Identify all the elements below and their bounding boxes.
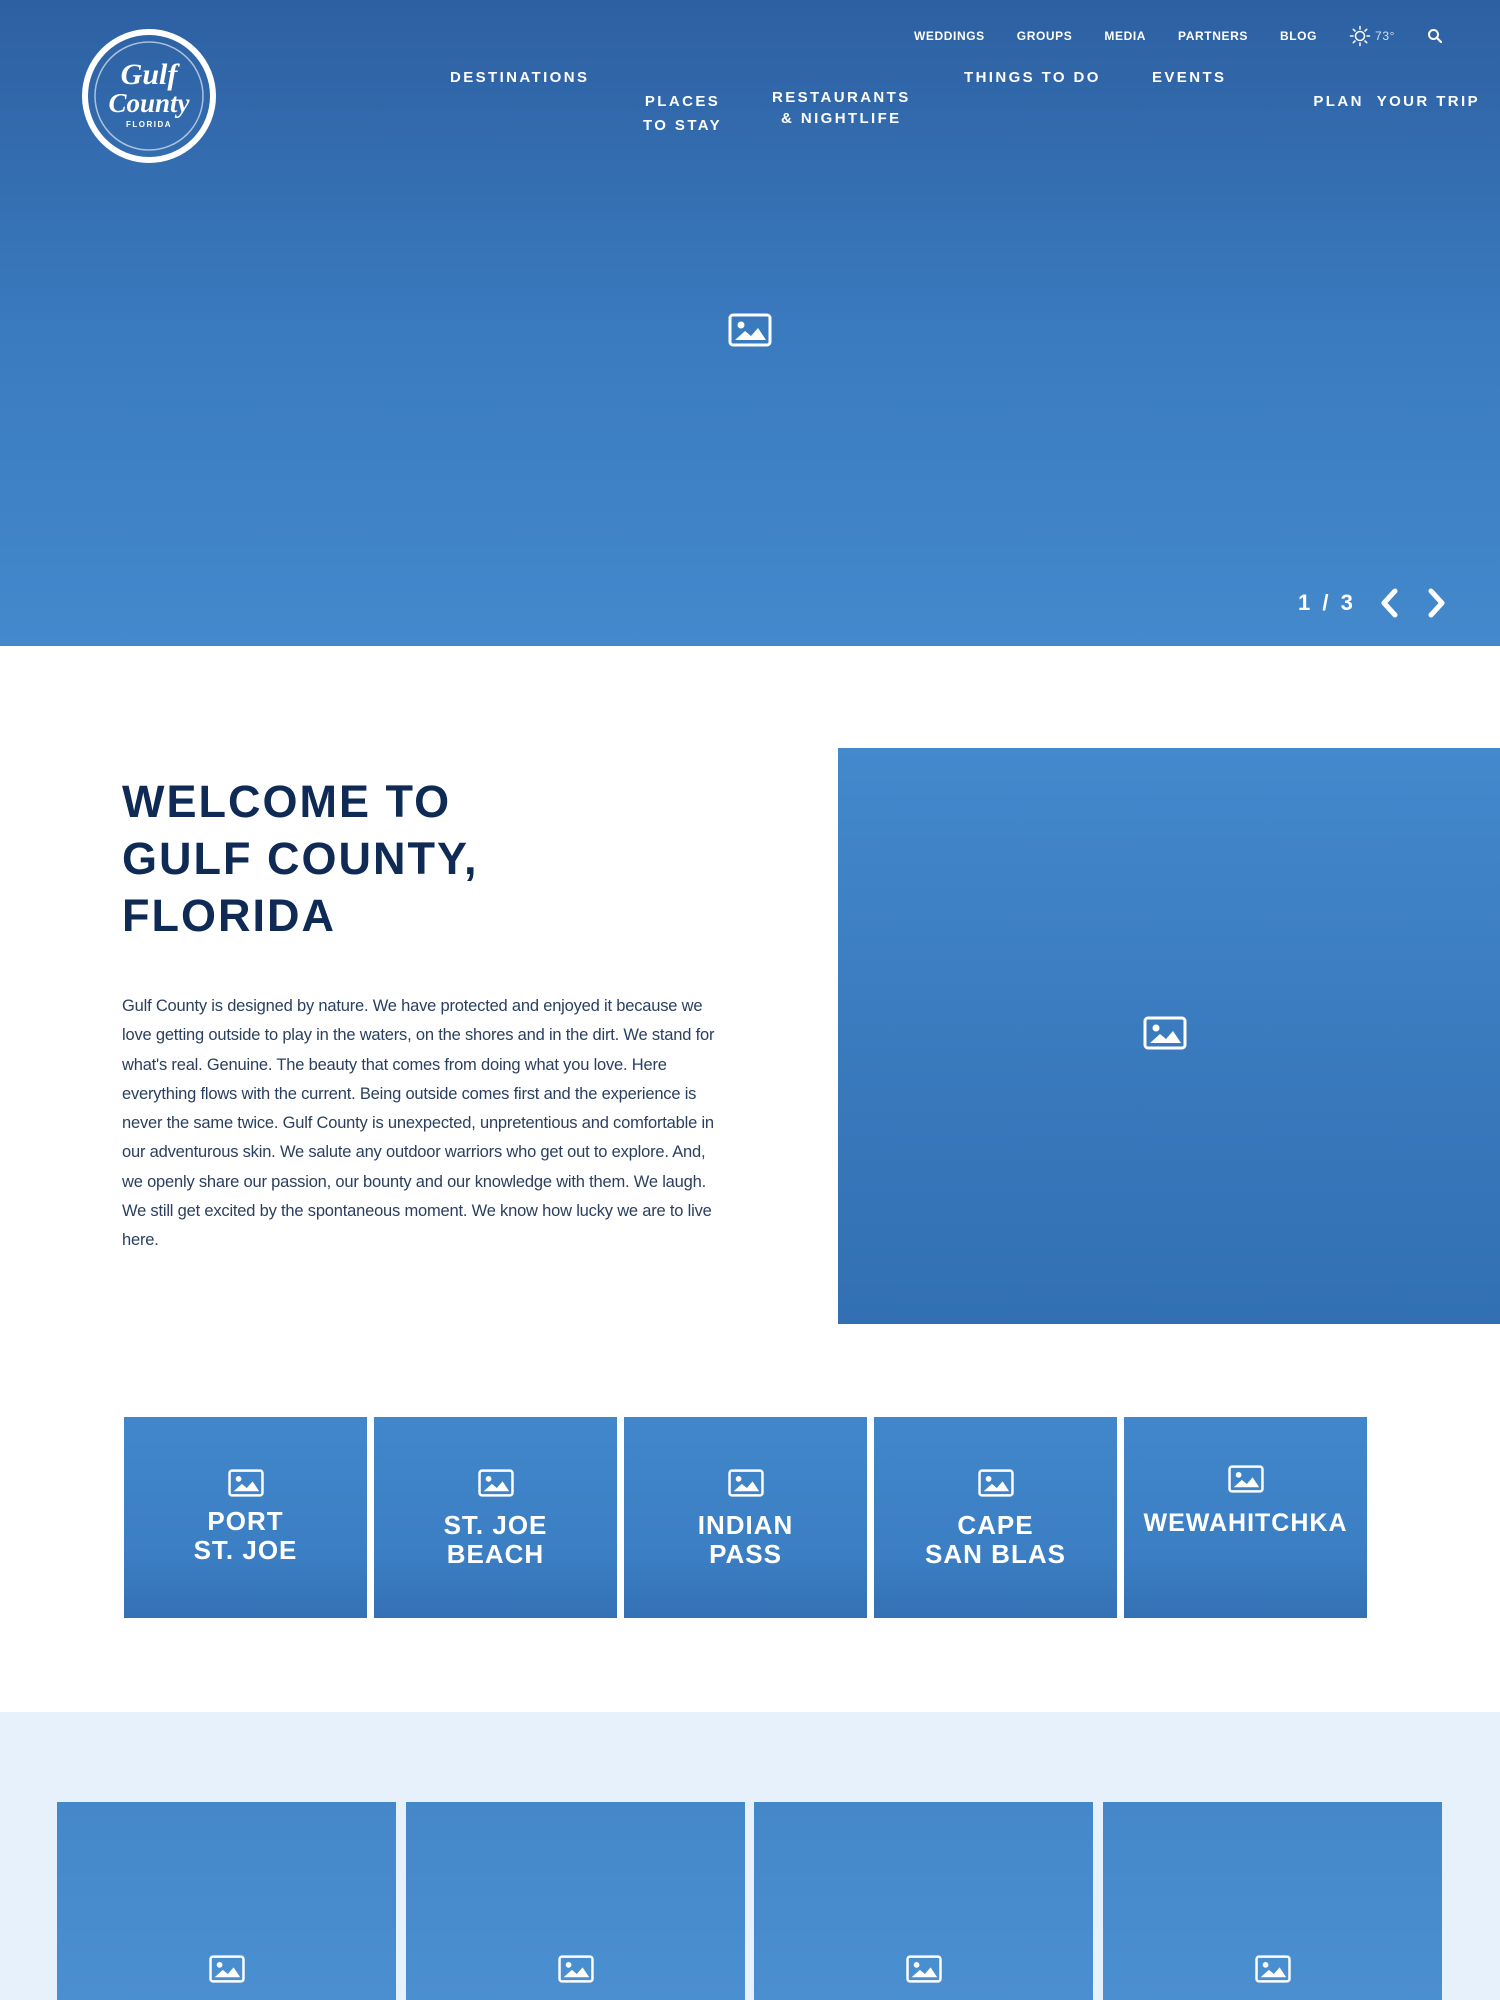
welcome-heading-line: FLORIDA [122,890,336,941]
nav-restaurants-nightlife[interactable]: RESTAURANTS & NIGHTLIFE [772,66,911,129]
carousel-next-button[interactable] [1424,586,1448,620]
welcome-heading: WELCOME TO GULF COUNTY, FLORIDA [122,773,682,944]
image-placeholder-icon [905,1955,942,1983]
feature-section [0,1712,1500,2000]
image-placeholder-icon [728,313,772,347]
welcome-image-placeholder [1143,1016,1187,1055]
utility-link-blog[interactable]: BLOG [1280,29,1317,43]
nav-label: PLAN YOUR TRIP [1313,93,1480,110]
image-placeholder-icon [1143,1016,1187,1050]
image-placeholder-icon [977,1469,1014,1497]
utility-link-weddings[interactable]: WEDDINGS [914,29,985,43]
nav-things-to-do[interactable]: THINGS TO DO [964,66,1101,90]
destination-tile-cape-san-blas[interactable]: CAPE SAN BLAS [874,1417,1117,1618]
feature-card[interactable] [57,1802,396,2000]
welcome-heading-line: WELCOME TO [122,776,452,827]
utility-link-media[interactable]: MEDIA [1104,29,1146,43]
nav-label: RESTAURANTS & NIGHTLIFE [772,89,911,127]
destination-tile-label: WEWAHITCHKA [1143,1509,1348,1537]
utility-link-groups[interactable]: GROUPS [1017,29,1073,43]
welcome-heading-line: GULF COUNTY, [122,833,479,884]
search-icon [1428,29,1443,44]
destination-tile-port-st-joe[interactable]: PORT ST. JOE [124,1417,367,1618]
slide-counter: 1 / 3 [1298,590,1356,615]
image-placeholder-icon [477,1469,514,1497]
destination-tile-st-joe-beach[interactable]: ST. JOE BEACH [374,1417,617,1618]
welcome-body-text: Gulf County is designed by nature. We ha… [122,997,715,1250]
destination-tile-label: INDIAN PASS [697,1510,794,1569]
image-placeholder-icon [227,1469,264,1497]
destination-tile-label: CAPE SAN BLAS [925,1510,1066,1569]
nav-places-to-stay[interactable]: PLACES TO STAY [643,66,722,138]
destination-tile-label: ST. JOE BEACH [443,1510,548,1569]
main-nav: DESTINATIONS PLACES TO STAY RESTAURANTS … [0,66,1500,134]
welcome-image [838,748,1500,1324]
image-placeholder-icon [1254,1955,1291,1983]
image-placeholder-icon [1227,1465,1264,1493]
nav-plan-your-trip[interactable]: PLAN YOUR TRIP [1274,66,1480,138]
feature-card[interactable] [406,1802,745,2000]
nav-label: EVENTS [1152,69,1227,86]
search-button[interactable] [1427,28,1443,44]
utility-link-partners[interactable]: PARTNERS [1178,29,1248,43]
carousel-prev-button[interactable] [1378,586,1402,620]
nav-label: DESTINATIONS [450,69,590,86]
sun-icon [1349,25,1371,47]
weather-widget: 73° [1349,25,1395,47]
nav-events[interactable]: EVENTS [1152,66,1226,90]
feature-card[interactable] [1103,1802,1442,2000]
hero-image-placeholder [728,313,772,352]
destination-tile-wewahitchka[interactable]: WEWAHITCHKA [1124,1417,1367,1618]
chevron-right-icon [1428,588,1445,618]
nav-destinations[interactable]: DESTINATIONS [450,66,589,90]
temperature-readout: 73° [1375,29,1395,43]
nav-label: THINGS TO DO [964,69,1101,86]
chevron-left-icon [1381,588,1398,618]
image-placeholder-icon [208,1955,245,1983]
feature-card[interactable] [754,1802,1093,2000]
utility-nav: WEDDINGS GROUPS MEDIA PARTNERS BLOG 73° [914,24,1443,48]
nav-label: PLACES TO STAY [643,93,723,134]
image-placeholder-icon [727,1469,764,1497]
destination-tile-indian-pass[interactable]: INDIAN PASS [624,1417,867,1618]
hero-carousel: Gulf County FLORIDA WEDDINGS GROUPS MEDI… [0,0,1500,646]
destination-tile-label: PORT ST. JOE [193,1506,298,1565]
image-placeholder-icon [557,1955,594,1983]
